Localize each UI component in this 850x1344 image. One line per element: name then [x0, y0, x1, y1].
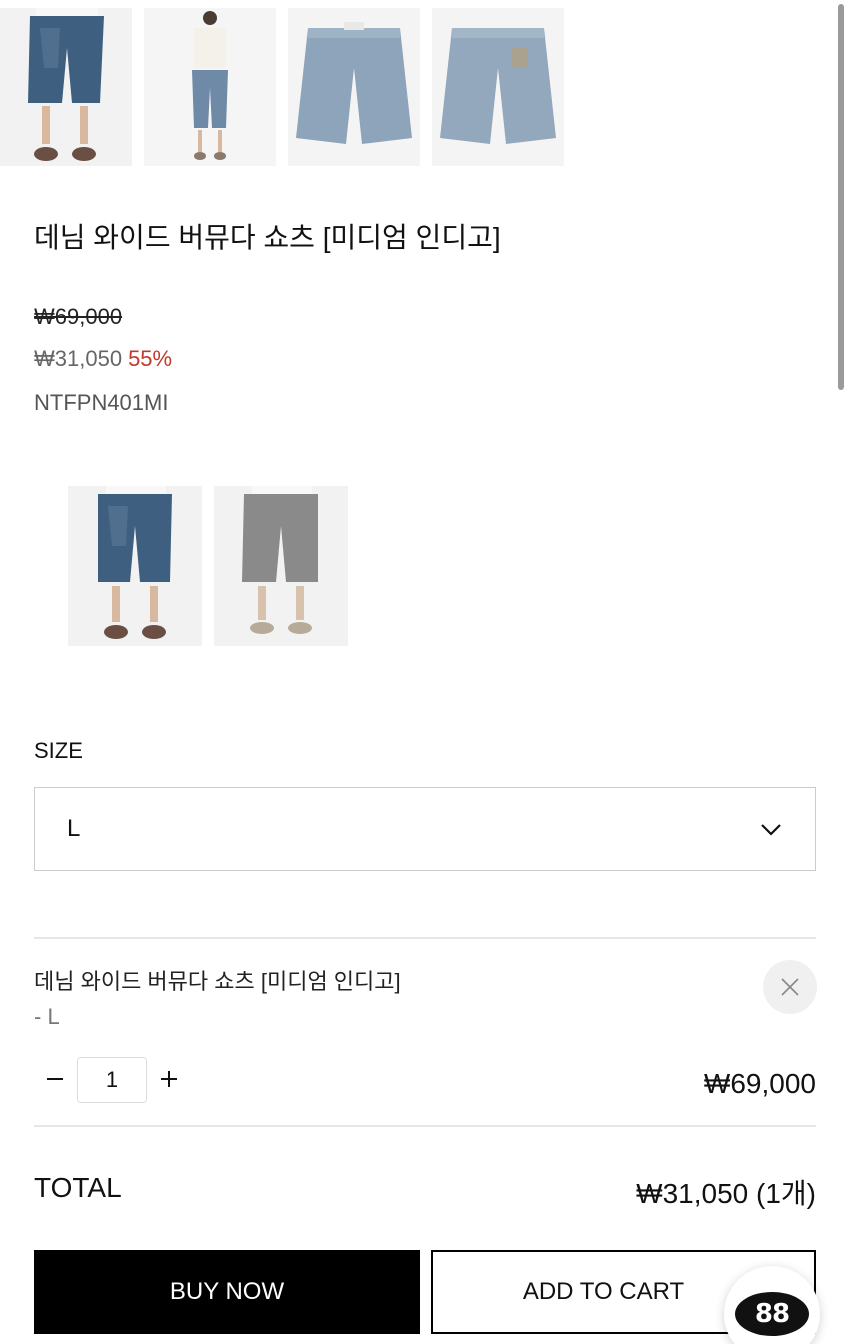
- size-label: SIZE: [34, 738, 83, 763]
- color-swatch-gray[interactable]: [214, 486, 348, 646]
- shorts-photo-icon: [214, 486, 348, 646]
- gallery-thumb-product-back[interactable]: [432, 8, 564, 166]
- selected-option-size: - L: [34, 1004, 60, 1029]
- chat-logo-icon: 88: [735, 1292, 809, 1336]
- chevron-down-icon: [761, 824, 781, 836]
- size-selected-value: L: [67, 815, 81, 842]
- quantity-increase-button[interactable]: [154, 1064, 184, 1094]
- shorts-photo-icon: [288, 8, 420, 166]
- option-line-price: ₩69,000: [703, 1068, 816, 1099]
- discount-rate: 55%: [128, 346, 173, 371]
- quantity-decrease-button[interactable]: [40, 1064, 70, 1094]
- remove-option-button[interactable]: [763, 960, 817, 1014]
- shorts-photo-icon: [68, 486, 202, 646]
- product-title: 데님 와이드 버뮤다 쇼츠 [미디엄 인디고]: [34, 222, 501, 253]
- product-sku: NTFPN401MI: [34, 390, 169, 415]
- minus-icon: [47, 1078, 63, 1080]
- color-options: [68, 486, 348, 646]
- gallery-thumb-model-full[interactable]: [144, 8, 276, 166]
- buy-now-button[interactable]: BUY NOW: [34, 1250, 420, 1334]
- total-value: ₩31,050 (1개): [636, 1178, 816, 1209]
- shorts-photo-icon: [0, 8, 132, 166]
- sale-price-row: ₩31,050 55%: [34, 346, 172, 372]
- product-gallery: [0, 8, 564, 166]
- divider: [34, 1125, 816, 1127]
- selected-option-name: 데님 와이드 버뮤다 쇼츠 [미디엄 인디고]: [34, 969, 401, 994]
- close-icon: [781, 978, 799, 996]
- shorts-photo-icon: [144, 8, 276, 166]
- plus-icon: [161, 1071, 177, 1087]
- divider: [34, 937, 816, 939]
- gallery-thumb-product-front[interactable]: [288, 8, 420, 166]
- size-select[interactable]: L: [34, 787, 816, 871]
- total-label: TOTAL: [34, 1172, 122, 1203]
- sale-price: ₩31,050: [34, 346, 123, 371]
- quantity-input[interactable]: [77, 1057, 147, 1103]
- gallery-thumb-model-front[interactable]: [0, 8, 132, 166]
- original-price: ₩69,000: [34, 304, 123, 329]
- shorts-photo-icon: [432, 8, 564, 166]
- color-swatch-indigo[interactable]: [68, 486, 202, 646]
- scrollbar-thumb[interactable]: [838, 4, 844, 390]
